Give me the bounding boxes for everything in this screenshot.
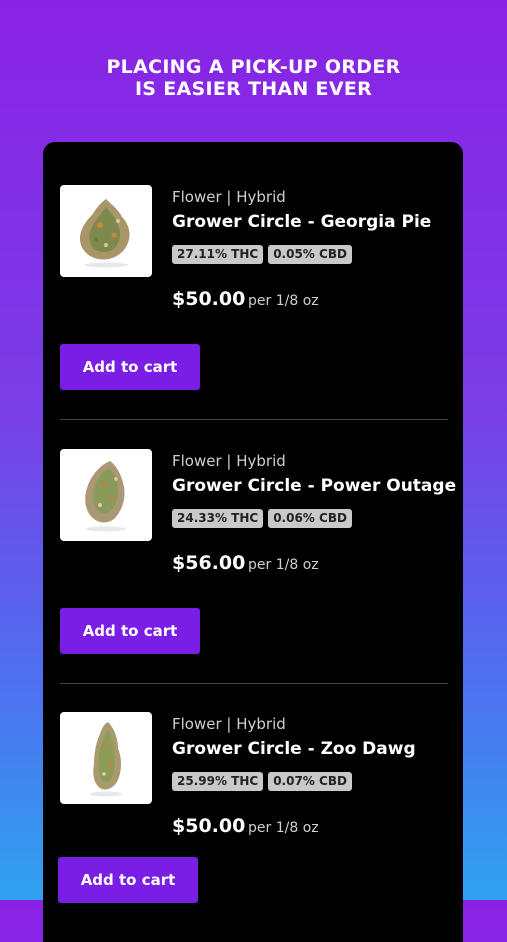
thc-badge: 25.99% THC [172,772,264,791]
product-category: Flower | Hybrid [172,715,286,733]
price-unit: per 1/8 oz [248,293,319,309]
potency-badges: 27.11% THC 0.05% CBD [172,245,352,264]
price-unit: per 1/8 oz [248,820,319,836]
add-to-cart-button[interactable]: Add to cart [60,344,200,390]
price-unit: per 1/8 oz [248,557,319,573]
product-image[interactable] [60,712,152,804]
product-name[interactable]: Grower Circle - Zoo Dawg [172,739,416,759]
product-item: Flower | Hybrid Grower Circle - Zoo Dawg… [43,669,463,931]
potency-badges: 25.99% THC 0.07% CBD [172,772,352,791]
add-to-cart-button[interactable]: Add to cart [58,857,198,903]
headline-line-1: PLACING A PICK-UP ORDER [106,56,401,78]
product-category: Flower | Hybrid [172,452,286,470]
promo-headline: PLACING A PICK-UP ORDER IS EASIER THAN E… [0,56,507,100]
product-category: Flower | Hybrid [172,188,286,206]
product-price: $56.00 [172,552,246,574]
cbd-badge: 0.07% CBD [268,772,352,791]
thc-badge: 27.11% THC [172,245,264,264]
product-name[interactable]: Grower Circle - Power Outage [172,476,456,496]
product-image[interactable] [60,449,152,541]
product-item: Flower | Hybrid Grower Circle - Georgia … [43,142,463,404]
product-list-card: Flower | Hybrid Grower Circle - Georgia … [43,142,463,942]
product-name[interactable]: Grower Circle - Georgia Pie [172,212,431,232]
product-item: Flower | Hybrid Grower Circle - Power Ou… [43,406,463,668]
product-price: $50.00 [172,288,246,310]
product-image[interactable] [60,185,152,277]
potency-badges: 24.33% THC 0.06% CBD [172,509,352,528]
add-to-cart-button[interactable]: Add to cart [60,608,200,654]
headline-line-2: IS EASIER THAN EVER [134,78,373,100]
cbd-badge: 0.06% CBD [268,509,352,528]
product-price: $50.00 [172,815,246,837]
thc-badge: 24.33% THC [172,509,264,528]
cbd-badge: 0.05% CBD [268,245,352,264]
